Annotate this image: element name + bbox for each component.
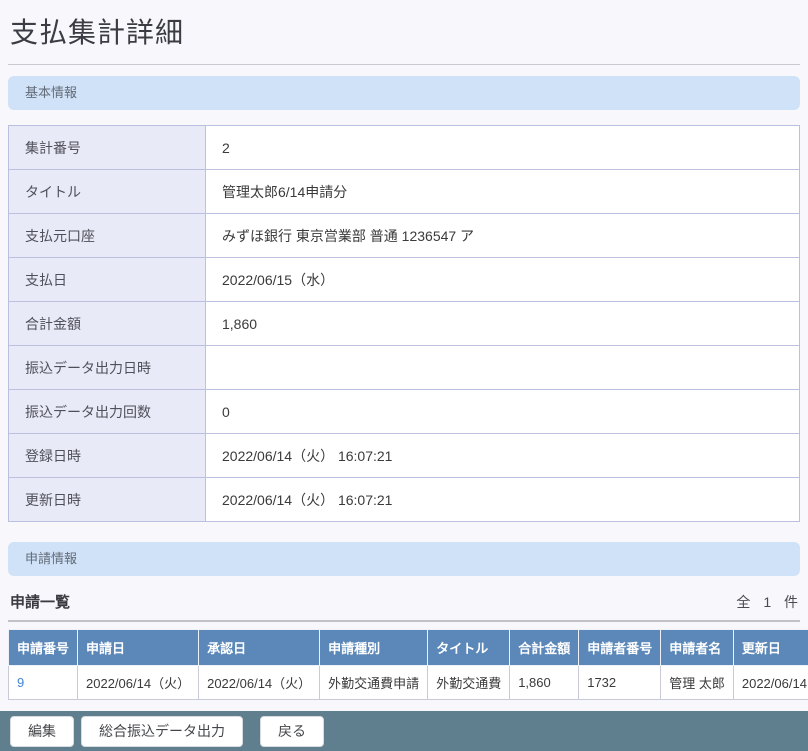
application-list-count: 全 1 件 (736, 592, 798, 612)
application-list-title: 申請一覧 (10, 591, 70, 612)
application-number-link[interactable]: 9 (17, 675, 24, 690)
title-divider (8, 64, 800, 65)
table-row: タイトル 管理太郎6/14申請分 (9, 170, 800, 214)
column-header-applicant-name: 申請者名 (661, 630, 734, 666)
basic-info-value: 管理太郎6/14申請分 (206, 170, 800, 214)
back-button[interactable]: 戻る (260, 716, 324, 747)
basic-info-value: 2 (206, 126, 800, 170)
application-list-head: 申請一覧 全 1 件 (10, 591, 798, 612)
count-value: 1 (763, 594, 771, 610)
basic-info-value: 2022/06/15（水） (206, 258, 800, 302)
column-header-application-number: 申請番号 (9, 630, 78, 666)
basic-info-label: 合計金額 (9, 302, 206, 346)
column-header-application-date: 申請日 (78, 630, 199, 666)
cell-applicant-number: 1732 (579, 666, 661, 700)
cell-title: 外勤交通費 (428, 666, 510, 700)
basic-info-label: 振込データ出力日時 (9, 346, 206, 390)
cell-applicant-name: 管理 太郎 (661, 666, 734, 700)
edit-button[interactable]: 編集 (10, 716, 74, 747)
cell-application-number: 9 (9, 666, 78, 700)
table-row: 更新日時 2022/06/14（火） 16:07:21 (9, 478, 800, 522)
table-row: 合計金額 1,860 (9, 302, 800, 346)
footer-action-bar: 編集 総合振込データ出力 戻る (0, 711, 808, 751)
transfer-data-output-button[interactable]: 総合振込データ出力 (81, 716, 243, 747)
basic-info-label: 集計番号 (9, 126, 206, 170)
column-header-title: タイトル (428, 630, 510, 666)
table-row: 集計番号 2 (9, 126, 800, 170)
basic-info-table: 集計番号 2 タイトル 管理太郎6/14申請分 支払元口座 みずほ銀行 東京営業… (8, 125, 800, 522)
cell-application-type: 外勤交通費申請 (320, 666, 428, 700)
basic-info-label: 登録日時 (9, 434, 206, 478)
column-header-application-type: 申請種別 (320, 630, 428, 666)
column-header-approval-date: 承認日 (199, 630, 320, 666)
basic-info-value: 2022/06/14（火） 16:07:21 (206, 434, 800, 478)
basic-info-label: 振込データ出力回数 (9, 390, 206, 434)
table-row: 支払日 2022/06/15（水） (9, 258, 800, 302)
basic-info-label: 支払元口座 (9, 214, 206, 258)
page-title: 支払集計詳細 (10, 11, 800, 51)
basic-info-value: 1,860 (206, 302, 800, 346)
application-list-table: 申請番号 申請日 承認日 申請種別 タイトル 合計金額 申請者番号 申請者名 更… (8, 629, 808, 700)
basic-info-label: タイトル (9, 170, 206, 214)
column-header-total-amount: 合計金額 (510, 630, 579, 666)
cell-update-date: 2022/06/14（火） (733, 666, 808, 700)
section-header-application-info: 申請情報 (8, 542, 800, 576)
section-header-basic-info: 基本情報 (8, 76, 800, 110)
cell-total-amount: 1,860 (510, 666, 579, 700)
cell-approval-date: 2022/06/14（火） (199, 666, 320, 700)
basic-info-value: 0 (206, 390, 800, 434)
table-row: 振込データ出力回数 0 (9, 390, 800, 434)
basic-info-value: 2022/06/14（火） 16:07:21 (206, 478, 800, 522)
basic-info-label: 支払日 (9, 258, 206, 302)
table-row: 9 2022/06/14（火） 2022/06/14（火） 外勤交通費申請 外勤… (9, 666, 808, 700)
count-suffix: 件 (784, 594, 798, 610)
table-row: 支払元口座 みずほ銀行 東京営業部 普通 1236547 ア (9, 214, 800, 258)
main-content: 支払集計詳細 基本情報 集計番号 2 タイトル 管理太郎6/14申請分 支払元口… (0, 11, 808, 700)
table-header-row: 申請番号 申請日 承認日 申請種別 タイトル 合計金額 申請者番号 申請者名 更… (9, 630, 808, 666)
table-row: 振込データ出力日時 (9, 346, 800, 390)
basic-info-value (206, 346, 800, 390)
count-prefix: 全 (736, 594, 750, 610)
application-list-divider (8, 620, 800, 622)
basic-info-label: 更新日時 (9, 478, 206, 522)
basic-info-value: みずほ銀行 東京営業部 普通 1236547 ア (206, 214, 800, 258)
column-header-update-date: 更新日 (733, 630, 808, 666)
column-header-applicant-number: 申請者番号 (579, 630, 661, 666)
table-row: 登録日時 2022/06/14（火） 16:07:21 (9, 434, 800, 478)
cell-application-date: 2022/06/14（火） (78, 666, 199, 700)
